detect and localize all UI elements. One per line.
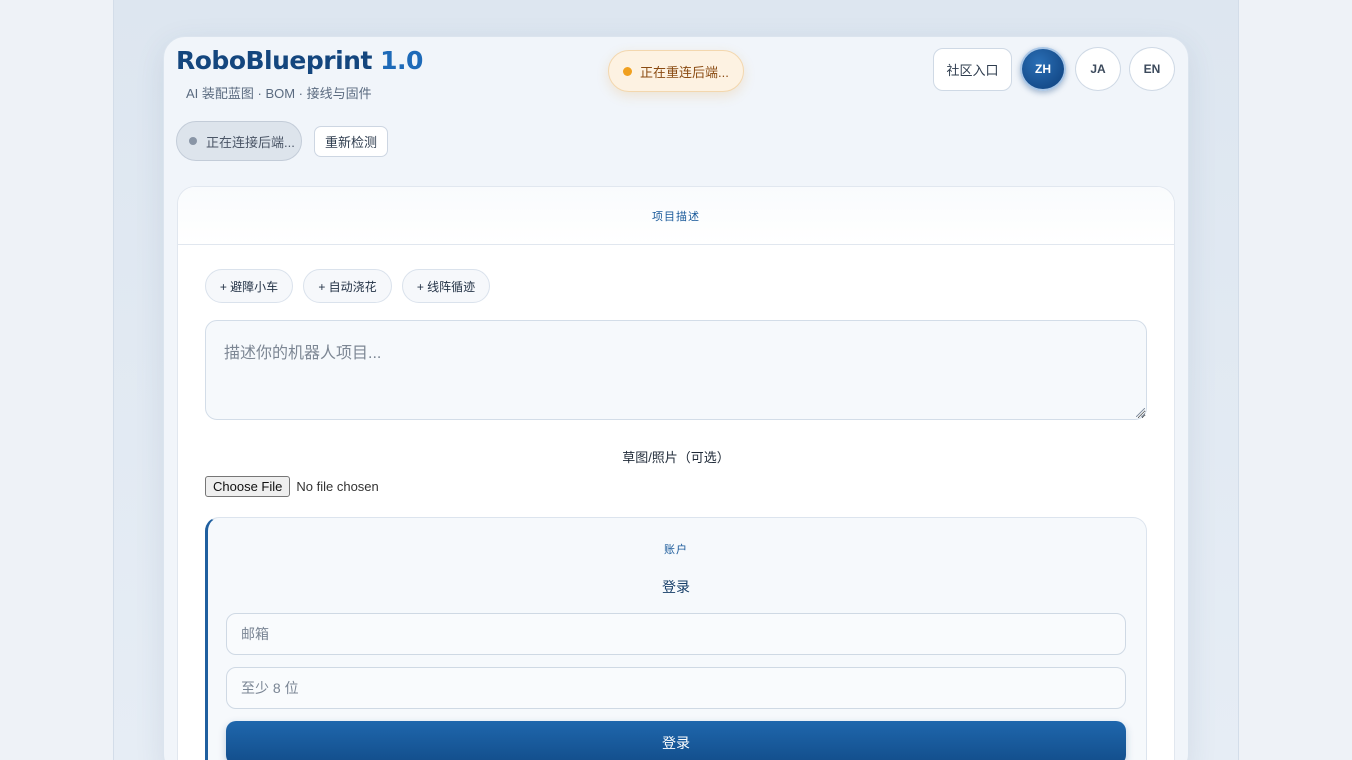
file-input[interactable]: Choose File No file chosen [205,476,379,497]
connection-status-badge: 正在连接后端... [176,121,302,161]
file-status-text: No file chosen [296,479,379,494]
app-subtitle: AI 装配蓝图 · BOM · 接线与固件 [186,86,372,101]
reconnect-toast: 正在重连后端... [608,50,744,92]
status-dot-icon [189,137,197,145]
choose-file-button[interactable]: Choose File [205,476,291,497]
login-button[interactable]: 登录 [226,721,1126,760]
email-field[interactable] [226,613,1126,655]
community-button[interactable]: 社区入口 [933,48,1012,91]
account-section-title: 账户 [664,544,688,556]
lang-button-en[interactable]: EN [1129,47,1175,91]
sketch-upload-label: 草图/照片（可选） [622,450,730,465]
preset-chip-auto-watering[interactable]: + 自动浇花 [303,269,392,303]
warning-dot-icon [623,66,632,76]
app-title: RoboBlueprint 1.0 [176,46,423,75]
preset-chip-line-tracking[interactable]: + 线阵循迹 [402,269,490,303]
project-description-input[interactable] [205,320,1147,420]
project-section-title: 项目描述 [178,187,1174,245]
password-field[interactable] [226,667,1126,709]
brand-version: 1.0 [380,46,423,75]
resize-handle-icon[interactable] [1136,408,1145,417]
toast-text: 正在重连后端... [640,64,729,80]
recheck-button[interactable]: 重新检测 [314,126,388,157]
connection-status-text: 正在连接后端... [206,134,295,150]
lang-button-zh[interactable]: ZH [1020,47,1066,91]
lang-button-ja[interactable]: JA [1075,47,1121,91]
preset-chip-obstacle-car[interactable]: + 避障小车 [205,269,293,303]
brand-name: RoboBlueprint [176,46,372,75]
login-heading: 登录 [662,579,690,595]
